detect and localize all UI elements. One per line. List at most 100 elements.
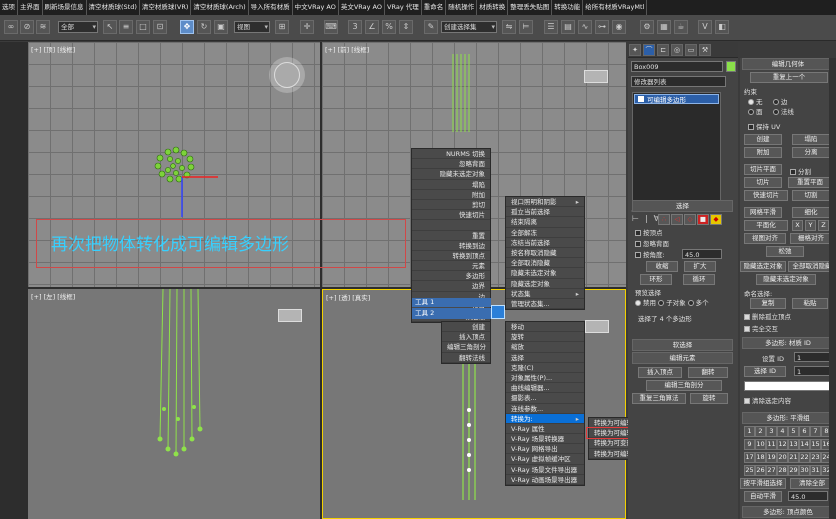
- ignore-backfacing-checkbox[interactable]: 忽略背面: [635, 238, 669, 248]
- plugin-tab[interactable]: 主界面: [18, 0, 43, 15]
- quad-menu-item[interactable]: V-Ray 场景文件导出器: [506, 465, 584, 475]
- select-id-field[interactable]: 1: [794, 366, 830, 376]
- angle-snap-icon[interactable]: ∠: [365, 20, 379, 34]
- quad-menu-item[interactable]: 翻转法线: [442, 353, 490, 363]
- quad-menu-item[interactable]: 结束隔离: [506, 217, 584, 228]
- viewcube[interactable]: [584, 70, 608, 83]
- by-vertex-checkbox[interactable]: 按顶点: [635, 227, 663, 237]
- selection-rollout-header[interactable]: 选择: [632, 200, 733, 212]
- border-icon[interactable]: ◇: [684, 214, 696, 225]
- collapse-button[interactable]: 塌陷: [792, 134, 830, 145]
- align-icon[interactable]: ⊨: [519, 20, 533, 34]
- paste-button[interactable]: 粘贴: [792, 298, 828, 309]
- smoothing-groups-header[interactable]: 多边形: 平滑组: [742, 412, 834, 424]
- vray-icon[interactable]: V: [698, 20, 712, 34]
- viewport-left[interactable]: [+] [左] [线框]: [28, 289, 320, 519]
- smoothing-group-button[interactable]: 18: [755, 452, 766, 463]
- utilities-tab-icon[interactable]: ⚒: [699, 44, 711, 56]
- smoothing-group-button[interactable]: 13: [788, 439, 799, 450]
- mirror-icon[interactable]: ⇋: [502, 20, 516, 34]
- rect-selection-icon[interactable]: □: [136, 20, 150, 34]
- plugin-tab[interactable]: 导入所有材质: [249, 0, 293, 15]
- viewcube[interactable]: [585, 320, 609, 333]
- clear-all-button[interactable]: 清除全部: [790, 478, 834, 489]
- smoothing-group-button[interactable]: 31: [810, 465, 821, 476]
- select-rotate-icon[interactable]: ↻: [197, 20, 211, 34]
- create-button[interactable]: 创建: [744, 134, 782, 145]
- plugin-tab[interactable]: 随机操作: [446, 0, 478, 15]
- quad-menu-item[interactable]: 克隆(C): [506, 363, 584, 373]
- quad-menu-item[interactable]: 隐藏未选定对象: [506, 268, 584, 279]
- smoothing-group-button[interactable]: 1: [744, 426, 755, 437]
- modifier-list-dropdown[interactable]: 修改器列表: [631, 76, 726, 87]
- named-selection-dropdown[interactable]: 创建选择集: [441, 21, 497, 33]
- select-by-name-icon[interactable]: ≡: [119, 20, 133, 34]
- strands-object-left[interactable]: [148, 289, 218, 459]
- select-by-sg-button[interactable]: 按平滑组选择: [740, 478, 786, 489]
- quad-menu-item[interactable]: 按名称取消隐藏: [506, 248, 584, 259]
- strands-object-persp[interactable]: [453, 350, 493, 510]
- layer-manager-icon[interactable]: ☰: [544, 20, 558, 34]
- quad-menu-item[interactable]: 冻结当前选择: [506, 238, 584, 248]
- plugin-tab[interactable]: 选项: [0, 0, 18, 15]
- planar-x-button[interactable]: X: [792, 220, 803, 231]
- by-angle-checkbox[interactable]: 按角度:: [635, 249, 665, 259]
- smoothing-group-button[interactable]: 11: [766, 439, 777, 450]
- hide-selected-button[interactable]: 隐藏选定对象: [740, 261, 786, 272]
- quad-menu-item[interactable]: 视口照明和阴影: [506, 197, 584, 208]
- plugin-tab[interactable]: 中文VRay AO: [293, 0, 339, 15]
- quad-menu-item[interactable]: 快速切片: [412, 210, 490, 221]
- viewport-label[interactable]: [+] [透] [真实]: [326, 292, 370, 302]
- split-checkbox[interactable]: 分割: [790, 166, 811, 176]
- quad-menu-item[interactable]: 剪切: [412, 200, 490, 211]
- repeat-last-button[interactable]: 重复上一个: [750, 72, 828, 83]
- quad-menu-item[interactable]: 移动: [506, 322, 584, 333]
- quad-menu-item[interactable]: V-Ray 网格导出: [506, 444, 584, 455]
- material-editor-icon[interactable]: ◉: [612, 20, 626, 34]
- copy-button[interactable]: 复制: [750, 298, 786, 309]
- quad-menu-item[interactable]: [412, 220, 490, 231]
- smoothing-group-button[interactable]: 21: [788, 452, 799, 463]
- quad-menu-item[interactable]: 重置: [412, 231, 490, 241]
- plugin-tab[interactable]: 整理丢失贴图: [508, 0, 553, 15]
- quad-menu-item[interactable]: 摄影表...: [506, 393, 584, 404]
- motion-tab-icon[interactable]: ◎: [671, 44, 683, 56]
- quad-menu-item[interactable]: 选择: [506, 353, 584, 363]
- slice-plane-button[interactable]: 切片平面: [744, 164, 782, 175]
- insert-vertex-button[interactable]: 插入顶点: [638, 367, 682, 378]
- planar-z-button[interactable]: Z: [818, 220, 829, 231]
- quad-menu-item[interactable]: 旋转: [506, 332, 584, 343]
- strands-object-front[interactable]: [447, 54, 477, 134]
- cut-button[interactable]: 切割: [792, 190, 830, 201]
- curve-editor-icon[interactable]: ∿: [578, 20, 592, 34]
- plugin-tab[interactable]: 重命名: [422, 0, 447, 15]
- viewport-label[interactable]: [+] [前] [线框]: [325, 44, 369, 54]
- ribbon-icon[interactable]: ▤: [561, 20, 575, 34]
- clear-selection-checkbox[interactable]: 清除选定内容: [744, 395, 791, 405]
- quad-menu-item[interactable]: 全部取消隐藏: [506, 258, 584, 269]
- viewcube[interactable]: [274, 62, 300, 88]
- schematic-view-icon[interactable]: ⊶: [595, 20, 609, 34]
- turn-button[interactable]: 旋转: [690, 393, 728, 404]
- edit-named-sel-icon[interactable]: ✎: [424, 20, 438, 34]
- grid-align-button[interactable]: 栅格对齐: [790, 233, 832, 244]
- quad-menu-item[interactable]: 缩放: [506, 342, 584, 353]
- plugin-tab[interactable]: VRay 代理: [385, 0, 422, 15]
- plugin-tab[interactable]: 转换功能: [552, 0, 584, 15]
- plugin-tab[interactable]: 清空材质球(Std): [87, 0, 140, 15]
- modify-tab-icon[interactable]: ⌒: [643, 44, 655, 56]
- quad-menu-item[interactable]: NURMS 切换: [412, 149, 490, 160]
- smoothing-group-button[interactable]: 26: [755, 465, 766, 476]
- select-move-icon[interactable]: ✥: [180, 20, 194, 34]
- percent-snap-icon[interactable]: %: [382, 20, 396, 34]
- smoothing-group-button[interactable]: 28: [777, 465, 788, 476]
- smoothing-group-button[interactable]: 12: [777, 439, 788, 450]
- create-tab-icon[interactable]: ✦: [629, 44, 641, 56]
- snap-3d-icon[interactable]: 3: [348, 20, 362, 34]
- selection-filter-dropdown[interactable]: 全部: [58, 21, 98, 33]
- quad-menu-item[interactable]: V-Ray 动画场景导出器: [506, 475, 584, 485]
- constraint-options[interactable]: 无 边: [748, 96, 787, 106]
- edit-elements-rollout[interactable]: 编辑元素: [632, 352, 733, 364]
- quad-menu-item[interactable]: 边界: [412, 281, 490, 292]
- msmooth-button[interactable]: 网格平滑: [744, 207, 782, 218]
